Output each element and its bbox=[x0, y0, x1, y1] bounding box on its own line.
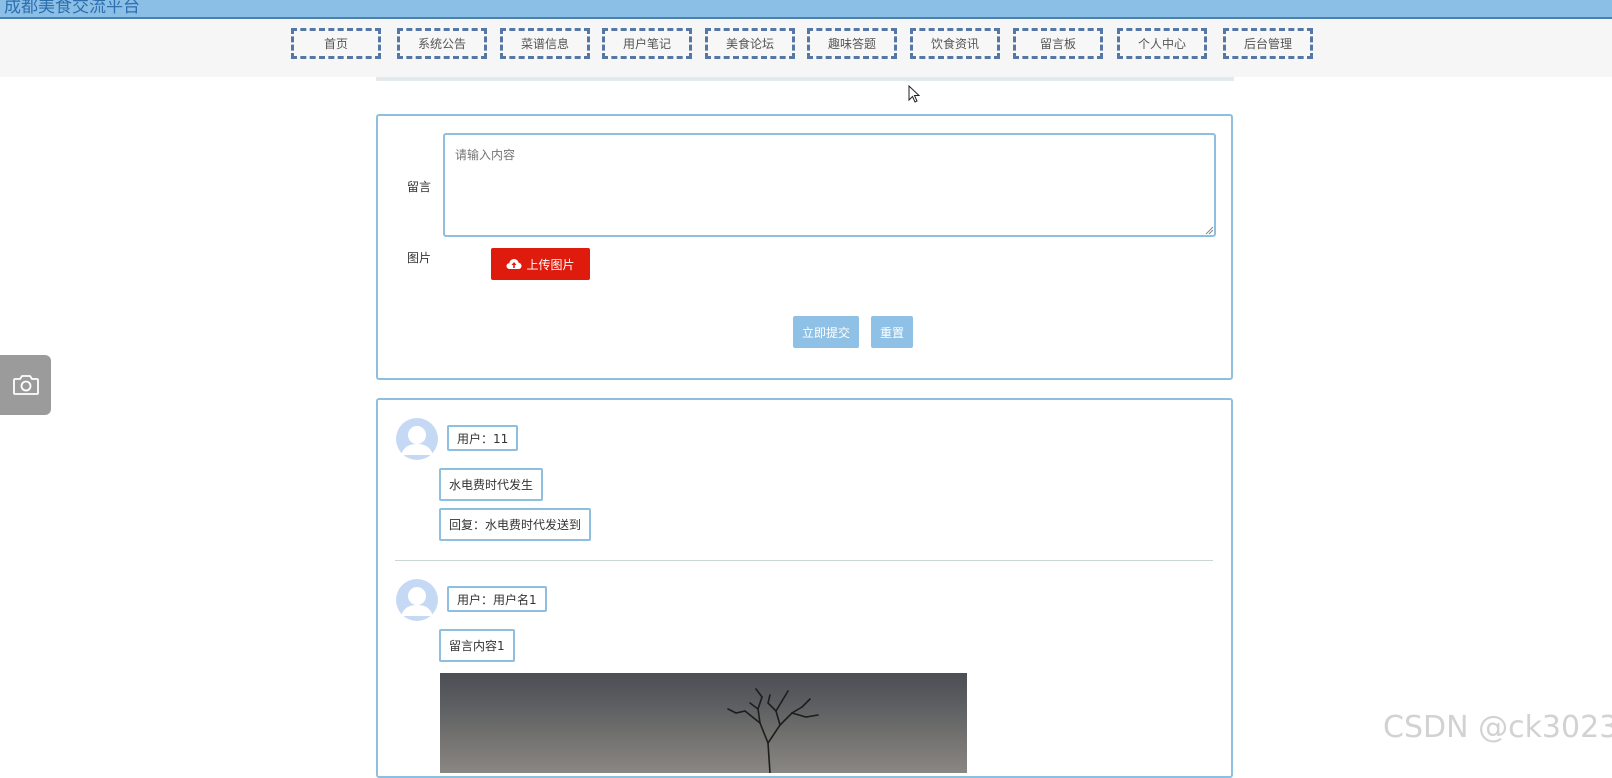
message-label: 留言 bbox=[407, 180, 432, 194]
image-label: 图片 bbox=[407, 251, 432, 265]
cloud-upload-icon bbox=[506, 259, 522, 269]
submit-button[interactable]: 立即提交 bbox=[793, 316, 859, 348]
top-bar: 成都美食交流平台 bbox=[0, 0, 1612, 19]
mouse-pointer-icon bbox=[908, 85, 921, 103]
nav-item-food-forum[interactable]: 美食论坛 bbox=[705, 28, 795, 59]
message-content: 留言内容1 bbox=[439, 629, 515, 662]
upload-image-label: 上传图片 bbox=[526, 257, 575, 272]
user-avatar-icon bbox=[396, 579, 438, 621]
screenshot-button[interactable] bbox=[0, 355, 51, 415]
tree-photo-illustration bbox=[727, 688, 819, 773]
nav-item-personal-center[interactable]: 个人中心 bbox=[1117, 28, 1207, 59]
message-divider bbox=[395, 560, 1213, 561]
message-content: 水电费时代发生 bbox=[439, 468, 544, 501]
nav-item-diet-news[interactable]: 饮食资讯 bbox=[910, 28, 1000, 59]
resize-grip-icon[interactable] bbox=[1204, 225, 1214, 235]
message-user: 用户：11 bbox=[447, 425, 519, 451]
nav-item-message-board[interactable]: 留言板 bbox=[1013, 28, 1103, 59]
nav-item-admin[interactable]: 后台管理 bbox=[1223, 28, 1313, 59]
watermark: CSDN @ck3023 bbox=[1383, 710, 1612, 745]
message-input[interactable] bbox=[443, 133, 1216, 237]
nav-shadow-strip bbox=[376, 77, 1234, 81]
nav-item-user-notes[interactable]: 用户笔记 bbox=[602, 28, 692, 59]
reset-button[interactable]: 重置 bbox=[871, 316, 913, 348]
message-image bbox=[440, 673, 967, 773]
message-form: 留言 图片 上传图片 立即提交 重置 bbox=[376, 114, 1233, 380]
message-reply: 回复：水电费时代发送到 bbox=[439, 508, 592, 541]
nav-item-announcements[interactable]: 系统公告 bbox=[397, 28, 487, 59]
message-list: 用户：11 水电费时代发生 回复：水电费时代发送到 用户：用户名1 留言内容1 bbox=[376, 398, 1233, 778]
nav-item-recipes[interactable]: 菜谱信息 bbox=[500, 28, 590, 59]
main-nav: 首页 系统公告 菜谱信息 用户笔记 美食论坛 趣味答题 饮食资讯 留言板 个人中… bbox=[0, 19, 1612, 77]
message-user: 用户：用户名1 bbox=[447, 586, 547, 612]
camera-icon bbox=[12, 375, 39, 395]
upload-image-button[interactable]: 上传图片 bbox=[491, 248, 590, 280]
site-title: 成都美食交流平台 bbox=[4, 0, 140, 17]
nav-item-quiz[interactable]: 趣味答题 bbox=[807, 28, 897, 59]
nav-item-home[interactable]: 首页 bbox=[291, 28, 381, 59]
user-avatar-icon bbox=[396, 418, 438, 460]
